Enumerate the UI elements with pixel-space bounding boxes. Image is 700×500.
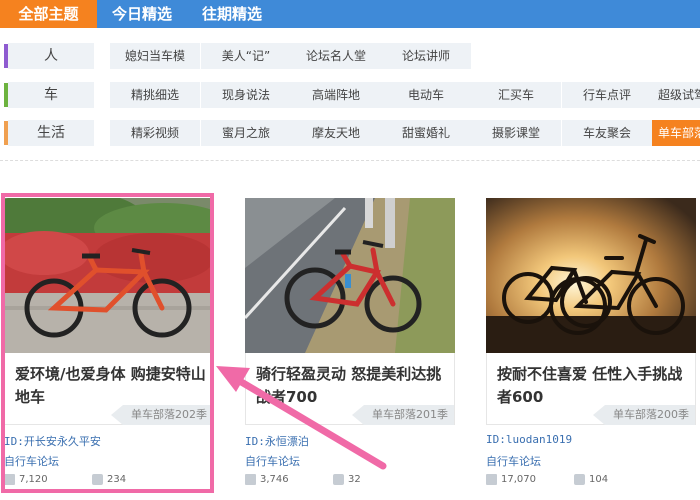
category-label-people: 人 [8,43,94,69]
tag-meetups[interactable]: 车友聚会 [562,120,652,146]
post-thumbnail[interactable] [4,198,214,353]
tag-super-test-drive[interactable]: 超级试驾 [652,82,700,108]
top-nav: 全部主题 今日精选 往期精选 [0,0,700,28]
category-label-vehicles: 车 [8,82,94,108]
author-id[interactable]: ID:永恒漂泊 [245,433,309,449]
comment-count: 104 [589,474,609,485]
post-text-box: 骑行轻盈灵动 怒提美利达挑战者700 单车部落201季 [245,353,455,425]
post-text-box: 按耐不住喜爱 任性入手挑战者600 单车部落200季 [486,353,696,425]
forum-link[interactable]: 自行车论坛 [245,453,300,469]
forum-link[interactable]: 自行车论坛 [4,453,59,469]
tag-bicycle-tribe[interactable]: 单车部落 [652,120,700,146]
views-icon [245,474,256,485]
tag-forum-hall-of-fame[interactable]: 论坛名人堂 [291,43,381,69]
post-card[interactable]: 爱环境/也爱身体 购捷安特山地车 单车部落202季 ID:开长安永久平安 自行车… [4,198,214,493]
comment-icon [574,474,585,485]
author-id[interactable]: ID:开长安永久平安 [4,433,101,449]
season-badge: 单车部落202季 [111,405,213,425]
post-card[interactable]: 按耐不住喜爱 任性入手挑战者600 单车部落200季 ID:luodan1019… [486,198,696,493]
tag-driving-review[interactable]: 行车点评 [562,82,652,108]
tag-testimonials[interactable]: 现身说法 [201,82,291,108]
comment-count: 234 [107,474,127,485]
author-id[interactable]: ID:luodan1019 [486,433,572,446]
tag-wedding[interactable]: 甜蜜婚礼 [381,120,471,146]
views-count: 17,070 [501,474,536,485]
tab-today-picks[interactable]: 今日精选 [97,0,187,28]
post-text-box: 爱环境/也爱身体 购捷安特山地车 单车部落202季 [4,353,214,425]
comment-icon [92,474,103,485]
post-thumbnail[interactable] [245,198,455,353]
tag-honeymoon[interactable]: 蜜月之旅 [201,120,291,146]
post-title[interactable]: 爱环境/也爱身体 购捷安特山地车 [15,363,207,409]
post-stats: 3,746 32 [245,472,455,488]
category-row-vehicles: 车 精挑细选 现身说法 高端阵地 电动车 汇买车 行车点评 超级试驾 [0,82,700,108]
tab-all-topics[interactable]: 全部主题 [0,0,97,28]
comment-icon [333,474,344,485]
tag-photography[interactable]: 摄影课堂 [471,120,561,146]
tab-past-picks[interactable]: 往期精选 [187,0,277,28]
category-row-life: 生活 精彩视频 蜜月之旅 摩友天地 甜蜜婚礼 摄影课堂 车友聚会 单车部落 [0,120,700,146]
views-icon [486,474,497,485]
views-count: 3,746 [260,474,289,485]
tag-high-end[interactable]: 高端阵地 [291,82,381,108]
post-title[interactable]: 骑行轻盈灵动 怒提美利达挑战者700 [256,363,448,409]
forum-link[interactable]: 自行车论坛 [486,453,541,469]
season-badge: 单车部落201季 [352,405,454,425]
views-icon [4,474,15,485]
post-stats: 7,120 234 [4,472,214,488]
tag-forum-lecturer[interactable]: 论坛讲师 [381,43,471,69]
views-count: 7,120 [19,474,48,485]
section-divider [0,160,700,161]
tag-videos[interactable]: 精彩视频 [110,120,200,146]
season-badge: 单车部落200季 [593,405,695,425]
post-stats: 17,070 104 [486,472,696,488]
post-card[interactable]: 骑行轻盈灵动 怒提美利达挑战者700 单车部落201季 ID:永恒漂泊 自行车论… [245,198,455,493]
post-title[interactable]: 按耐不住喜爱 任性入手挑战者600 [497,363,689,409]
tag-buy-car[interactable]: 汇买车 [471,82,561,108]
tag-carefully-selected[interactable]: 精挑细选 [110,82,200,108]
tag-electric-vehicle[interactable]: 电动车 [381,82,471,108]
comment-count: 32 [348,474,361,485]
tag-beauty-journal[interactable]: 美人“记” [201,43,291,69]
tag-motorcycle-club[interactable]: 摩友天地 [291,120,381,146]
tag-wife-model[interactable]: 媳妇当车模 [110,43,200,69]
category-row-people: 人 媳妇当车模 美人“记” 论坛名人堂 论坛讲师 [0,43,700,69]
post-thumbnail[interactable] [486,198,696,353]
category-label-life: 生活 [8,120,94,146]
